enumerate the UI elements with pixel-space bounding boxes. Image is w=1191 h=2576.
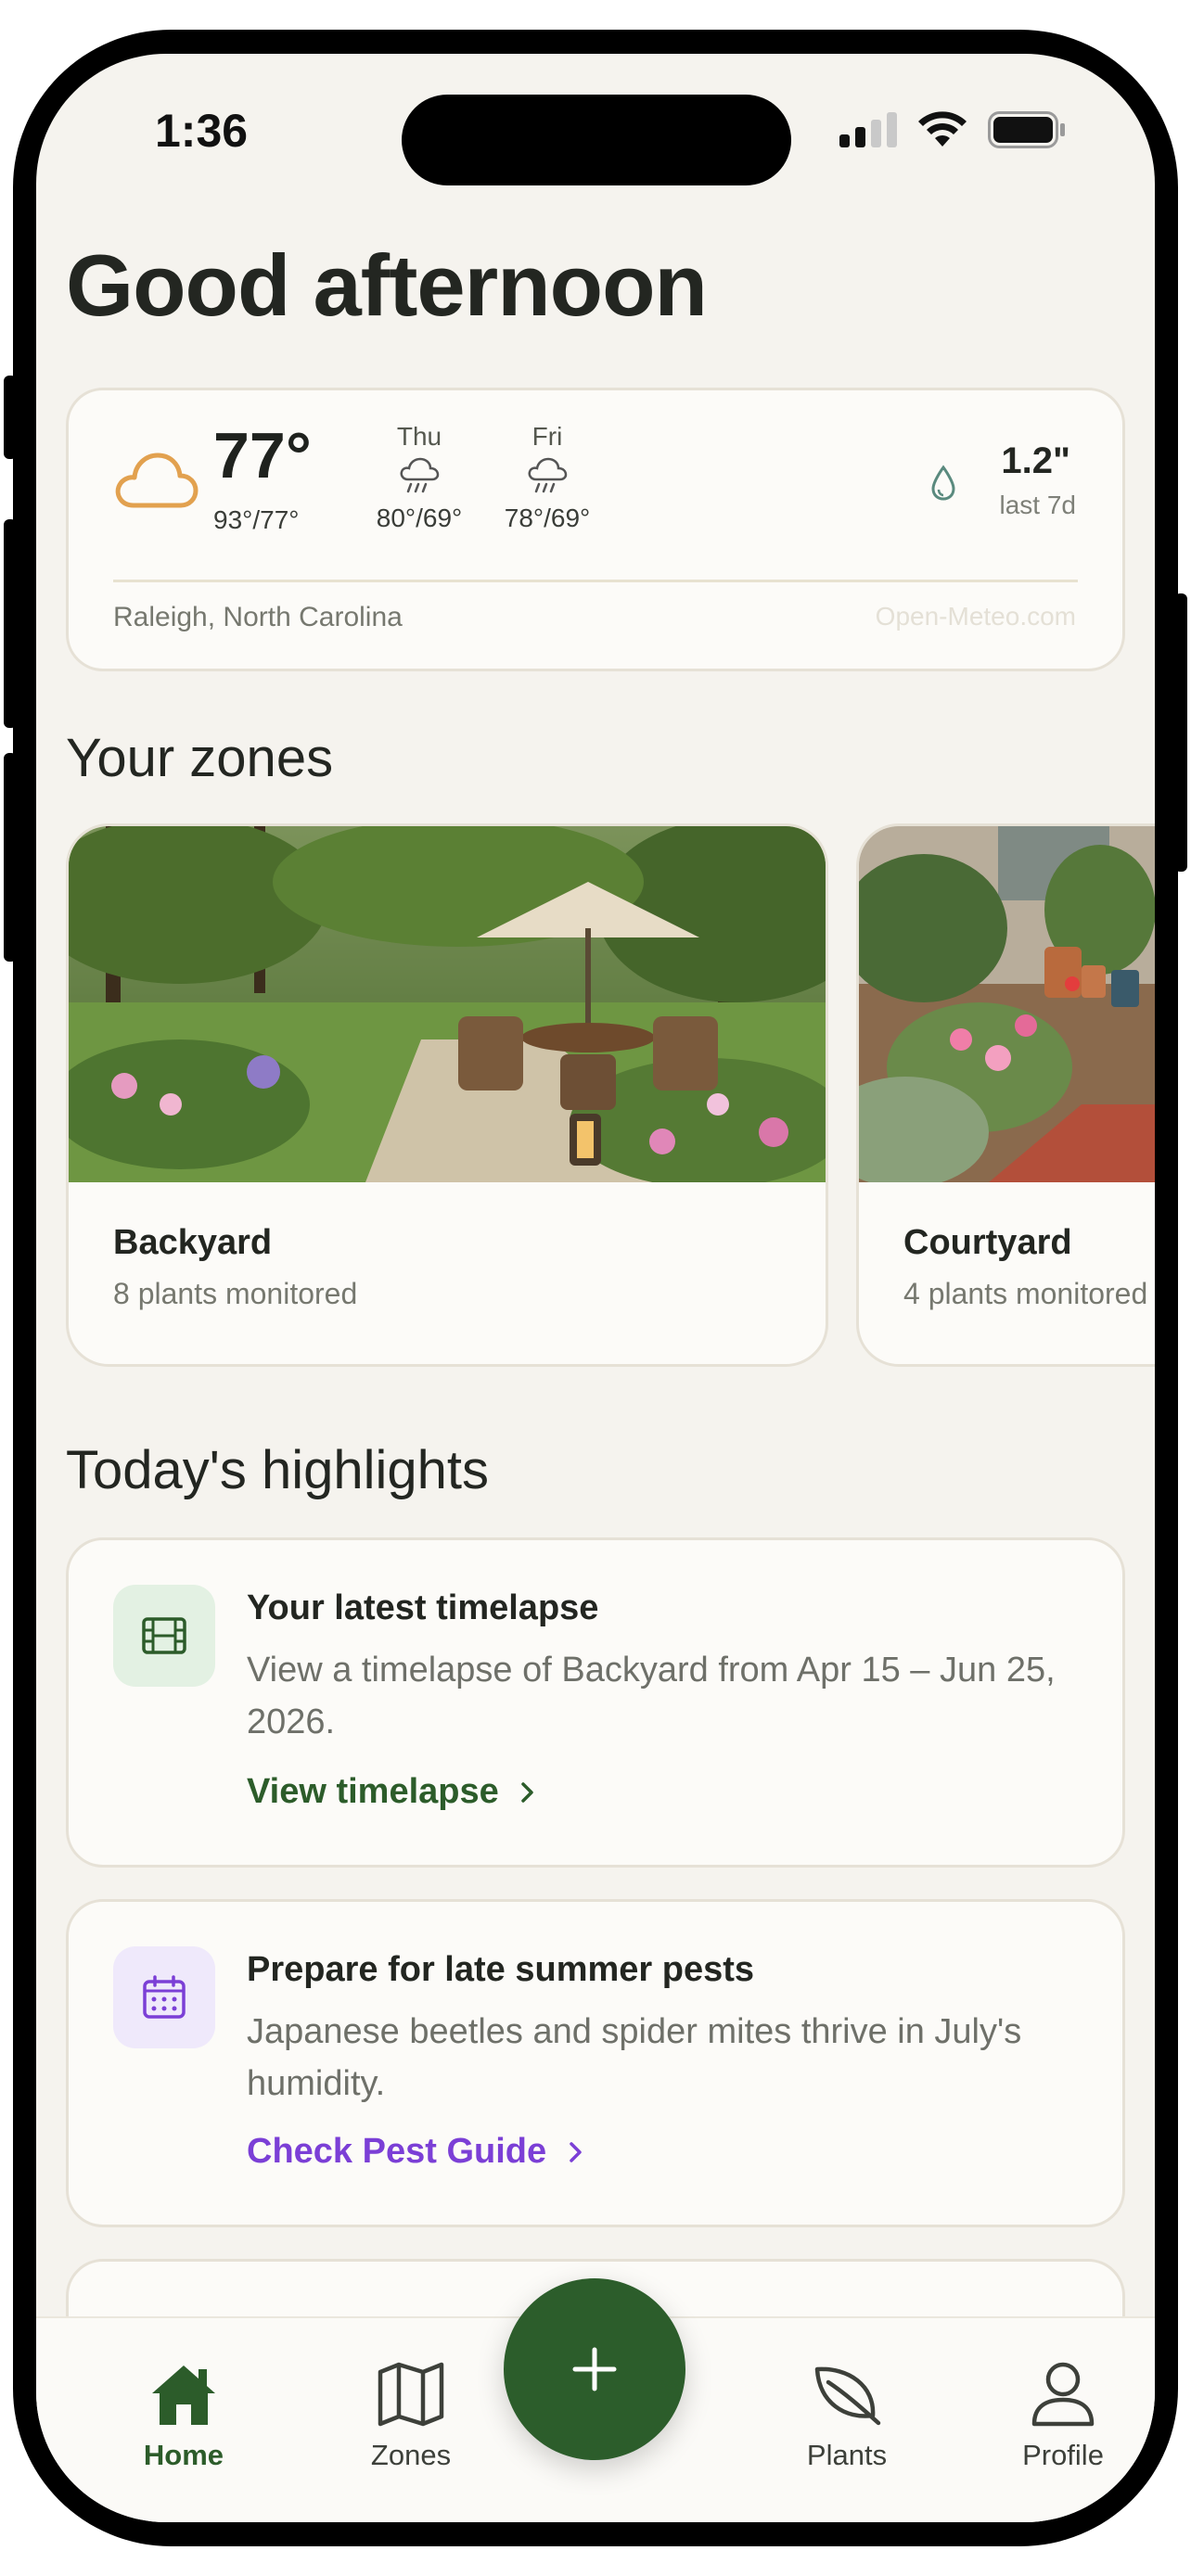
weather-location: Raleigh, North Carolina (113, 602, 403, 632)
zone-photo (69, 826, 826, 1182)
highlight-card-pests[interactable]: Prepare for late summer pests Japanese b… (66, 1899, 1125, 2227)
film-icon (113, 1585, 215, 1687)
forecast-range: 78°/69° (504, 504, 591, 532)
check-pest-guide-link[interactable]: Check Pest Guide (247, 2132, 586, 2172)
weather-card[interactable]: 77° 93°/77° Thu 80°/69° Fri 78°/69° 1.2"… (66, 388, 1125, 671)
forecast-day-label: Fri (531, 422, 563, 451)
forecast-day: Thu 80°/69° (364, 422, 475, 533)
link-label: View timelapse (247, 1772, 499, 1811)
highlight-title: Prepare for late summer pests (247, 1950, 755, 1989)
person-icon (1031, 2362, 1095, 2427)
add-button[interactable] (504, 2278, 685, 2460)
tab-label: Profile (1022, 2439, 1104, 2471)
tab-label: Zones (370, 2439, 452, 2471)
greeting-title: Good afternoon (66, 236, 708, 334)
tab-label: Home (143, 2439, 224, 2471)
rain-cloud-icon (528, 457, 568, 493)
current-temp-range: 93°/77° (213, 505, 300, 534)
chevron-right-icon (569, 2142, 582, 2162)
zone-photo (859, 826, 1155, 1182)
zone-card-backyard[interactable]: Backyard 8 plants monitored (66, 823, 828, 1367)
calendar-icon (113, 1946, 215, 2048)
zone-plant-count: 4 plants monitored (903, 1277, 1148, 1310)
rainfall-period: last 7d (999, 491, 1077, 519)
tab-home[interactable]: Home (105, 2355, 263, 2472)
tab-label: Plants (806, 2439, 888, 2471)
zone-card-courtyard[interactable]: Courtyard 4 plants monitored (856, 823, 1155, 1367)
tab-profile[interactable]: Profile (984, 2355, 1142, 2472)
cloud-icon (115, 453, 198, 508)
volume-down-button (4, 753, 17, 962)
leaf-icon (814, 2366, 881, 2426)
battery-icon (988, 111, 1065, 148)
rain-cloud-icon (400, 457, 440, 493)
dynamic-island (402, 95, 791, 185)
plus-icon (572, 2347, 617, 2391)
tab-zones[interactable]: Zones (332, 2355, 490, 2472)
water-drop-icon (931, 465, 955, 501)
rainfall-amount: 1.2" (1001, 440, 1070, 481)
highlights-section-title: Today's highlights (66, 1440, 490, 1500)
status-icons (839, 111, 1066, 148)
highlight-body: View a timelapse of Backyard from Apr 15… (247, 1651, 1056, 1741)
forecast-day-label: Thu (396, 422, 442, 451)
current-temperature: 77° (213, 419, 312, 491)
zone-name: Courtyard (903, 1223, 1072, 1262)
divider (113, 580, 1078, 582)
forecast-day: Fri 78°/69° (492, 422, 603, 533)
view-timelapse-link[interactable]: View timelapse (247, 1772, 538, 1812)
zone-name: Backyard (113, 1223, 273, 1262)
screen: 1:36 Good afternoon 77° 93°/77° Thu 80°/… (36, 54, 1155, 2522)
action-button (4, 376, 17, 459)
link-label: Check Pest Guide (247, 2132, 547, 2171)
volume-up-button (4, 519, 17, 728)
power-button (1174, 593, 1187, 872)
tab-plants[interactable]: Plants (768, 2355, 926, 2472)
zones-section-title: Your zones (66, 728, 334, 788)
highlight-body: Japanese beetles and spider mites thrive… (247, 2012, 1022, 2103)
forecast-range: 80°/69° (376, 504, 463, 532)
home-icon (152, 2366, 215, 2425)
chevron-right-icon (521, 1782, 534, 1803)
status-time: 1:36 (155, 105, 249, 157)
highlight-title: Your latest timelapse (247, 1588, 599, 1627)
highlight-card-timelapse[interactable]: Your latest timelapse View a timelapse o… (66, 1537, 1125, 1868)
cellular-signal-icon (839, 112, 897, 147)
zone-plant-count: 8 plants monitored (113, 1277, 358, 1310)
wifi-icon (918, 111, 967, 147)
weather-source-link[interactable]: Open-Meteo.com (876, 602, 1076, 631)
map-icon (378, 2362, 444, 2427)
